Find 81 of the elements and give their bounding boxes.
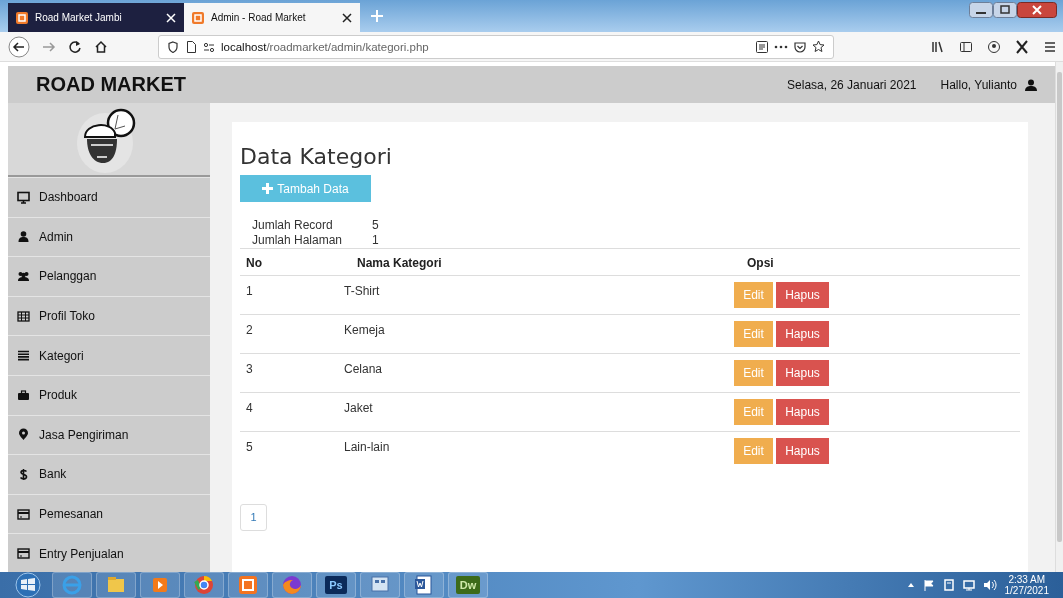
star-icon[interactable] <box>812 40 825 53</box>
table-icon <box>17 309 30 323</box>
scrollbar[interactable] <box>1055 62 1063 572</box>
table-cell: Lain-lain <box>344 431 734 471</box>
credit-card-icon <box>17 507 30 521</box>
stat-label: Jumlah Record <box>252 218 334 233</box>
map-pin-icon <box>17 428 30 442</box>
app-logo-icon <box>16 11 28 24</box>
restore-icon[interactable] <box>993 2 1017 18</box>
delete-button[interactable]: Hapus <box>776 438 829 464</box>
taskbar-button[interactable] <box>404 572 444 598</box>
close-icon[interactable] <box>1017 2 1057 18</box>
stat-label: Jumlah Halaman <box>252 233 344 248</box>
table-cell: 5 <box>240 431 344 471</box>
taskbar-button[interactable]: Ps <box>316 572 356 598</box>
clock-date[interactable]: 1/27/2021 <box>1004 585 1049 596</box>
taskbar-button[interactable]: Dw <box>448 572 488 598</box>
account-icon[interactable] <box>987 39 1001 54</box>
minimize-icon[interactable] <box>969 2 993 18</box>
browser-tab[interactable]: Admin - Road Market <box>184 3 360 32</box>
address-bar[interactable]: localhost/roadmarket/admin/kategori.php <box>158 34 834 59</box>
page-button[interactable]: 1 <box>240 503 267 531</box>
delete-button[interactable]: Hapus <box>776 360 829 386</box>
library-icon[interactable] <box>931 39 945 54</box>
back-icon[interactable] <box>8 35 30 58</box>
reader-icon[interactable] <box>756 40 768 53</box>
page-title: Data Kategori <box>240 144 393 169</box>
stat-value: 5 <box>372 218 380 233</box>
tab-title: Admin - Road Market <box>211 12 307 23</box>
pocket-icon[interactable] <box>794 40 806 53</box>
delete-button[interactable]: Hapus <box>776 282 829 308</box>
home-icon[interactable] <box>94 39 108 54</box>
table-cell: Celana <box>344 353 734 393</box>
table-cell: T-Shirt <box>344 275 734 315</box>
table-cell: 2 <box>240 314 344 354</box>
delete-button[interactable]: Hapus <box>776 399 829 425</box>
taskbar-button[interactable] <box>360 572 400 598</box>
monitor-icon <box>17 190 30 204</box>
users-icon <box>17 270 30 283</box>
flag-icon <box>922 579 935 591</box>
chevron-up-icon <box>906 581 915 589</box>
taskbar-button[interactable] <box>228 572 268 598</box>
browser-tab[interactable]: Road Market Jambi <box>8 3 184 32</box>
stat-value: 1 <box>372 233 380 248</box>
menu-icon[interactable] <box>1043 39 1057 54</box>
list-icon <box>17 349 30 363</box>
table-cell: 4 <box>240 392 344 432</box>
brand-title: ROAD MARKET <box>36 73 186 96</box>
forward-icon[interactable] <box>42 39 56 54</box>
credit-card-icon <box>17 547 30 561</box>
app-logo-icon <box>192 11 204 24</box>
sidebar-icon[interactable] <box>959 39 973 54</box>
app-label: Dw <box>455 576 481 594</box>
delete-button[interactable]: Hapus <box>776 321 829 347</box>
user-icon <box>17 230 30 244</box>
date-text: Selasa, 26 Januari 2021 <box>787 77 917 92</box>
taskbar-button[interactable] <box>184 572 224 598</box>
reload-icon[interactable] <box>68 39 82 54</box>
column-header: Nama Kategori <box>344 248 734 276</box>
app-label: Ps <box>325 576 347 594</box>
speaker-icon <box>982 579 997 591</box>
column-header: No <box>240 248 344 276</box>
table-cell: Jaket <box>344 392 734 432</box>
column-header: Opsi <box>734 248 1020 276</box>
user-icon <box>1025 78 1037 91</box>
table-cell: Kemeja <box>344 314 734 354</box>
table-cell: 1 <box>240 275 344 315</box>
permissions-icon <box>203 40 215 53</box>
user-greeting[interactable]: Hallo, Yulianto <box>940 77 1017 92</box>
dollar-icon <box>17 467 30 481</box>
plus-icon <box>262 183 274 194</box>
network-icon <box>962 579 975 591</box>
briefcase-icon <box>17 388 30 402</box>
url-text: localhost/roadmarket/admin/kategori.php <box>221 40 429 53</box>
close-icon[interactable] <box>342 12 352 23</box>
page-icon <box>185 40 197 53</box>
clock-time[interactable]: 2:33 AM <box>1008 574 1046 585</box>
table-cell: 3 <box>240 353 344 393</box>
tab-title: Road Market Jambi <box>35 12 123 23</box>
device-icon <box>942 579 955 591</box>
shield-icon <box>167 40 179 53</box>
